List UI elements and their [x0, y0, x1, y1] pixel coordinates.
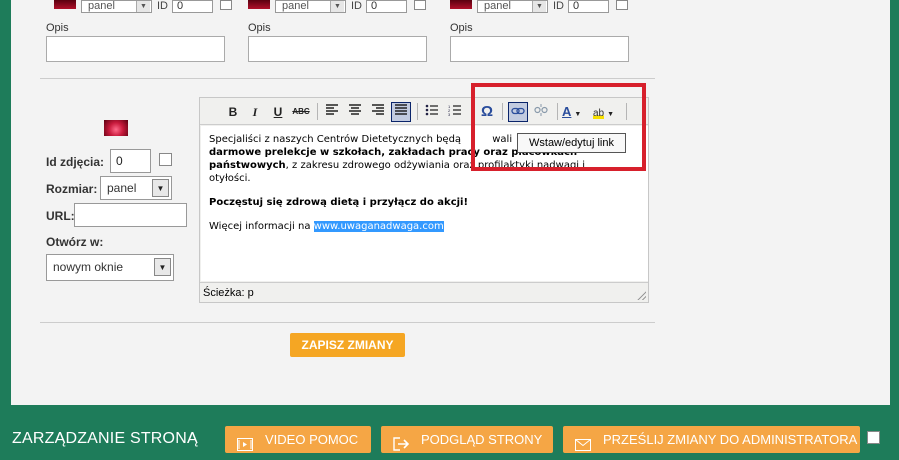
bold-icon[interactable]: B	[223, 102, 243, 122]
align-left-icon[interactable]	[322, 102, 342, 122]
checkbox[interactable]	[414, 0, 426, 10]
chevron-down-icon: ▼	[154, 258, 171, 276]
selected-link[interactable]: www.uwaganadwaga.com	[313, 221, 444, 232]
underline-icon[interactable]: U	[268, 102, 288, 122]
size-select[interactable]: panel ▼	[275, 0, 346, 13]
video-help-button[interactable]: VIDEO POMOC	[225, 426, 371, 453]
opis-label: Opis	[248, 22, 271, 34]
align-justify-icon[interactable]	[391, 102, 411, 122]
opis-input[interactable]	[450, 36, 629, 62]
photo-checkbox[interactable]	[159, 153, 172, 166]
site-management-title: ZARZĄDZANIE STRONĄ	[12, 430, 198, 447]
id-label: ID	[157, 0, 168, 12]
chevron-down-icon: ▼	[136, 1, 150, 12]
url-label: URL:	[46, 209, 75, 223]
svg-text:3: 3	[448, 112, 451, 116]
url-input[interactable]	[74, 203, 187, 227]
align-center-icon[interactable]	[345, 102, 365, 122]
send-changes-button[interactable]: PRZEŚLIJ ZMIANY DO ADMINISTRATORA	[563, 426, 860, 453]
size-select[interactable]: panel ▼	[81, 0, 152, 13]
checkbox[interactable]	[220, 0, 232, 10]
editor-paragraph: Poczęstuj się zdrową dietą i przyłącz do…	[209, 197, 469, 208]
id-label: ID	[351, 0, 362, 12]
photo-id-label: Id zdjęcia:	[46, 155, 105, 169]
chevron-down-icon: ▼	[330, 1, 344, 12]
size-select[interactable]: panel ▼	[100, 176, 172, 200]
opis-label: Opis	[450, 22, 473, 34]
highlight-box	[471, 83, 646, 171]
open-in-select[interactable]: nowym oknie ▼	[46, 254, 174, 281]
chevron-down-icon: ▼	[152, 179, 169, 197]
id-input[interactable]: 0	[172, 0, 213, 13]
bullet-list-icon[interactable]	[422, 102, 442, 122]
image-thumbnail	[450, 0, 472, 9]
page-preview-button[interactable]: PODGLĄD STRONY	[381, 426, 553, 453]
id-input[interactable]: 0	[568, 0, 609, 13]
id-input[interactable]: 0	[366, 0, 407, 13]
image-thumbnail	[104, 120, 128, 136]
opis-input[interactable]	[46, 36, 225, 62]
numbered-list-icon[interactable]: 123	[445, 102, 465, 122]
strikethrough-icon[interactable]: ABC	[291, 102, 311, 122]
open-in-label: Otwórz w:	[46, 235, 104, 249]
resize-grip-icon[interactable]	[637, 291, 646, 300]
divider	[40, 322, 655, 323]
video-icon	[237, 433, 253, 451]
save-changes-button[interactable]: ZAPISZ ZMIANY	[290, 333, 405, 357]
checkbox[interactable]	[616, 0, 628, 10]
size-label: Rozmiar:	[46, 182, 98, 196]
photo-id-input[interactable]: 0	[110, 149, 151, 173]
preview-icon	[393, 433, 410, 451]
editor-path-status: Ścieżka: p	[200, 282, 648, 302]
toolbar-separator	[317, 103, 318, 120]
chevron-down-icon: ▼	[532, 1, 546, 12]
size-select[interactable]: panel ▼	[477, 0, 548, 13]
image-thumbnail	[54, 0, 76, 9]
align-right-icon[interactable]	[368, 102, 388, 122]
opis-label: Opis	[46, 22, 69, 34]
editor-paragraph: Więcej informacji na www.uwaganadwaga.co…	[209, 221, 444, 232]
id-label: ID	[553, 0, 564, 12]
footer-checkbox[interactable]	[867, 431, 880, 444]
mail-icon	[575, 433, 591, 451]
divider	[40, 78, 655, 79]
opis-input[interactable]	[248, 36, 427, 62]
italic-icon[interactable]: I	[245, 102, 265, 122]
toolbar-separator	[417, 103, 418, 120]
image-thumbnail	[248, 0, 270, 9]
